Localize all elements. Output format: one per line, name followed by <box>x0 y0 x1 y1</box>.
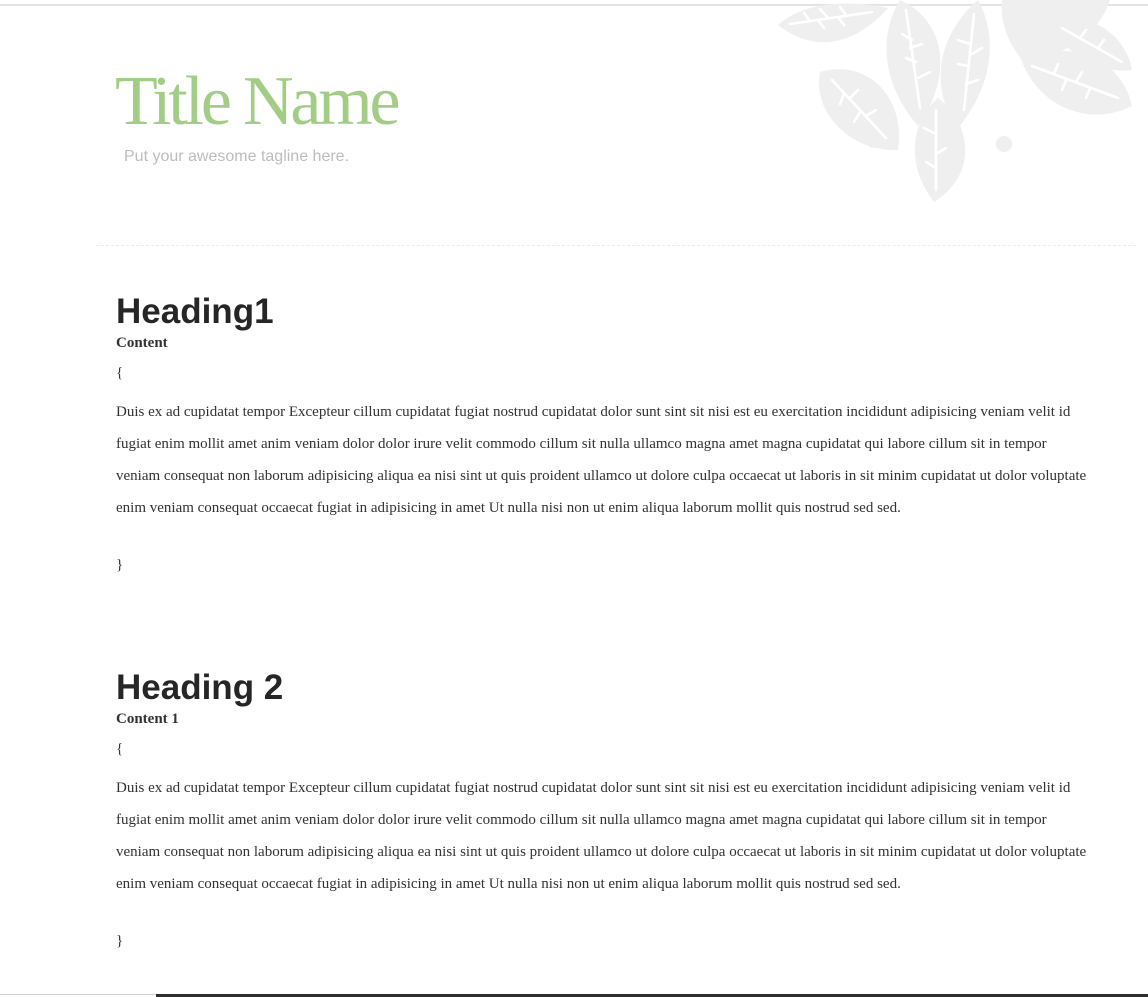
section-heading: Heading1 <box>116 292 274 331</box>
header-divider <box>96 245 1136 246</box>
section-heading-2: Heading 2 Content 1 { Duis ex ad cupidat… <box>116 668 1091 964</box>
section-subheading: Content <box>116 335 168 351</box>
open-brace: { <box>116 741 124 757</box>
close-brace: } <box>116 557 124 573</box>
open-brace: { <box>116 365 124 381</box>
site-tagline: Put your awesome tagline here. <box>124 148 350 165</box>
section-body-text: Duis ex ad cupidatat tempor Excepteur ci… <box>116 780 1087 892</box>
close-brace: } <box>116 933 124 949</box>
section-subheading: Content 1 <box>116 711 179 727</box>
section-body-text: Duis ex ad cupidatat tempor Excepteur ci… <box>116 404 1087 516</box>
site-title: Title Name <box>115 63 401 140</box>
site-header: Title Name Put your awesome tagline here… <box>0 0 1148 248</box>
section-heading: Heading 2 <box>116 668 284 707</box>
section-heading1: Heading1 Content { Duis ex ad cupidatat … <box>116 292 1091 588</box>
